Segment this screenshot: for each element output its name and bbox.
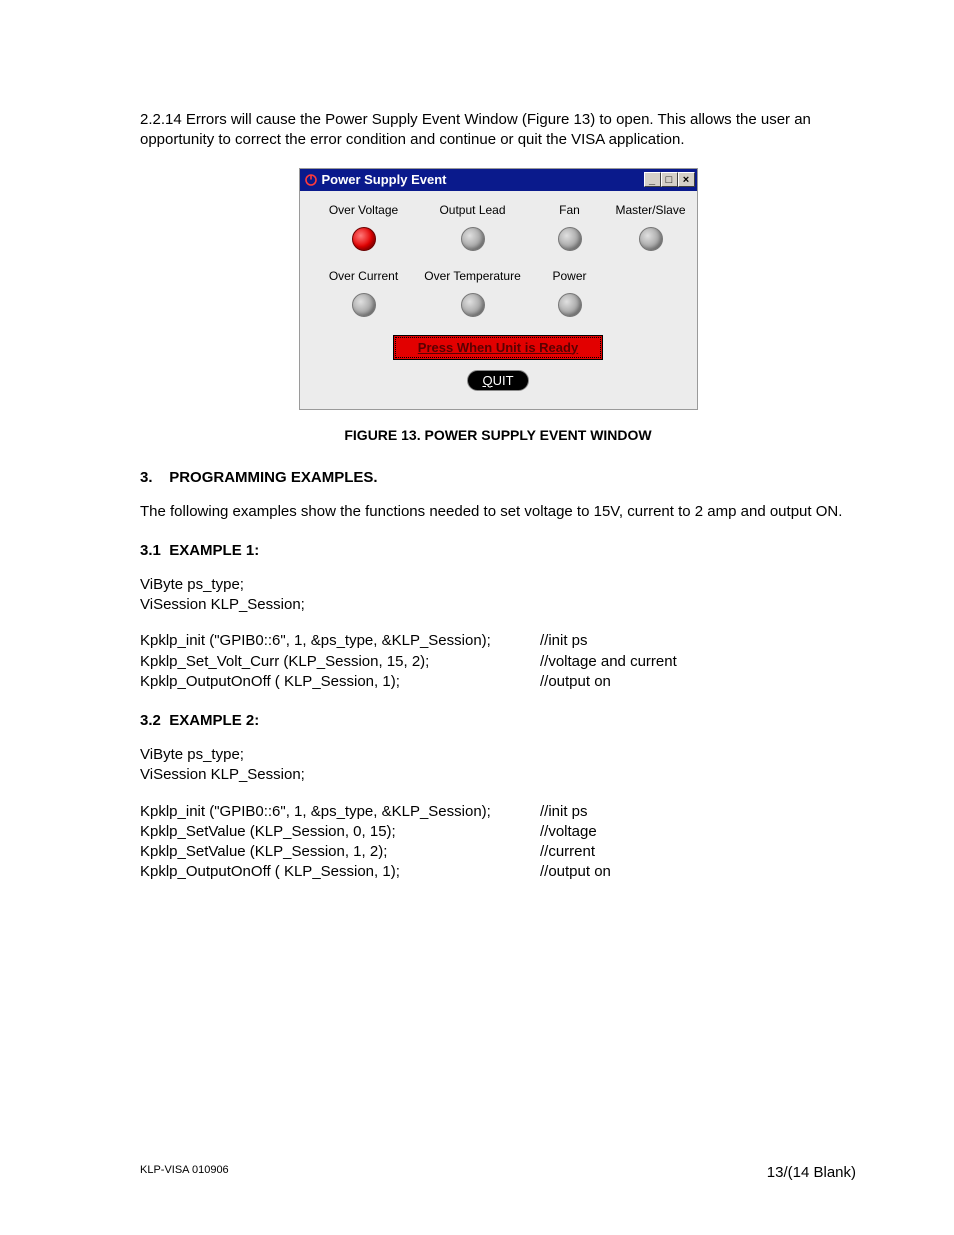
example-2-num: 3.2 [140, 712, 161, 729]
example-1-code: Kpklp_init ("GPIB0::6", 1, &ps_type, &KL… [140, 631, 856, 692]
example-1-title: EXAMPLE 1: [169, 542, 259, 559]
page-footer: KLP-VISA 010906 13/(14 Blank) [140, 1164, 856, 1181]
titlebar-buttons: _ □ × [644, 172, 695, 187]
code-cell: Kpklp_OutputOnOff ( KLP_Session, 1); [140, 672, 540, 692]
label-power: Power [532, 267, 608, 283]
label-over-temperature: Over Temperature [414, 267, 532, 283]
code-cell: Kpklp_init ("GPIB0::6", 1, &ps_type, &KL… [140, 802, 540, 822]
example-1-heading: 3.1 EXAMPLE 1: [140, 542, 856, 559]
maximize-button[interactable]: □ [661, 172, 678, 187]
label-master-slave: Master/Slave [608, 201, 694, 217]
app-icon [304, 173, 318, 187]
example-2-title: EXAMPLE 2: [169, 712, 259, 729]
quit-button[interactable]: QUIT [467, 370, 528, 391]
ready-button[interactable]: Press When Unit is Ready [393, 335, 603, 360]
comment-cell: //init ps [540, 802, 588, 822]
led-output-lead [461, 227, 485, 251]
footer-right: 13/(14 Blank) [767, 1164, 856, 1181]
power-supply-event-window: Power Supply Event _ □ × Over Voltage Ou… [300, 169, 697, 409]
label-empty [608, 267, 694, 283]
example-2-heading: 3.2 EXAMPLE 2: [140, 712, 856, 729]
code-cell: Kpklp_OutputOnOff ( KLP_Session, 1); [140, 862, 540, 882]
comment-cell: //output on [540, 862, 611, 882]
code-cell: Kpklp_Set_Volt_Curr (KLP_Session, 15, 2)… [140, 652, 540, 672]
maximize-icon: □ [666, 174, 673, 186]
label-output-lead: Output Lead [414, 201, 532, 217]
comment-cell: //current [540, 842, 595, 862]
comment-cell: //init ps [540, 631, 588, 651]
indicator-grid: Over Voltage Output Lead Fan Master/Slav… [314, 201, 683, 327]
close-icon: × [683, 174, 689, 186]
intro-text: Errors will cause the Power Supply Event… [140, 111, 811, 148]
example-1-num: 3.1 [140, 542, 161, 559]
intro-num: 2.2.14 [140, 111, 182, 128]
figure-13: Power Supply Event _ □ × Over Voltage Ou… [140, 169, 856, 409]
example-1-decls: ViByte ps_type; ViSession KLP_Session; [140, 575, 856, 616]
label-over-voltage: Over Voltage [314, 201, 414, 217]
led-over-current [352, 293, 376, 317]
minimize-icon: _ [649, 174, 655, 186]
close-button[interactable]: × [678, 172, 695, 187]
example-2-decls: ViByte ps_type; ViSession KLP_Session; [140, 745, 856, 786]
comment-cell: //voltage and current [540, 652, 677, 672]
led-power [558, 293, 582, 317]
comment-cell: //output on [540, 672, 611, 692]
intro-paragraph: 2.2.14 Errors will cause the Power Suppl… [140, 110, 856, 151]
code-cell: Kpklp_SetValue (KLP_Session, 0, 15); [140, 822, 540, 842]
label-over-current: Over Current [314, 267, 414, 283]
titlebar: Power Supply Event _ □ × [300, 169, 697, 191]
figure-caption: FIGURE 13. POWER SUPPLY EVENT WINDOW [140, 427, 856, 443]
comment-cell: //voltage [540, 822, 597, 842]
section-3-intro: The following examples show the function… [140, 502, 856, 522]
led-master-slave [639, 227, 663, 251]
footer-left: KLP-VISA 010906 [140, 1164, 229, 1181]
ready-button-label: Press When Unit is Ready [418, 340, 578, 355]
window-title: Power Supply Event [322, 172, 447, 187]
code-cell: Kpklp_SetValue (KLP_Session, 1, 2); [140, 842, 540, 862]
ex2-decl1: ViByte ps_type; [140, 746, 244, 763]
page: 2.2.14 Errors will cause the Power Suppl… [0, 0, 954, 1235]
ex1-decl1: ViByte ps_type; [140, 576, 244, 593]
ex2-decl2: ViSession KLP_Session; [140, 766, 305, 783]
window-body: Over Voltage Output Lead Fan Master/Slav… [300, 191, 697, 409]
code-cell: Kpklp_init ("GPIB0::6", 1, &ps_type, &KL… [140, 631, 540, 651]
example-2-code: Kpklp_init ("GPIB0::6", 1, &ps_type, &KL… [140, 802, 856, 883]
led-over-voltage [352, 227, 376, 251]
section-3-title: PROGRAMMING EXAMPLES. [169, 469, 377, 486]
led-fan [558, 227, 582, 251]
minimize-button[interactable]: _ [644, 172, 661, 187]
window-title-wrap: Power Supply Event [304, 172, 644, 187]
section-3-num: 3. [140, 469, 153, 486]
section-3-heading: 3. PROGRAMMING EXAMPLES. [140, 469, 856, 486]
label-fan: Fan [532, 201, 608, 217]
led-over-temperature [461, 293, 485, 317]
ex1-decl2: ViSession KLP_Session; [140, 596, 305, 613]
